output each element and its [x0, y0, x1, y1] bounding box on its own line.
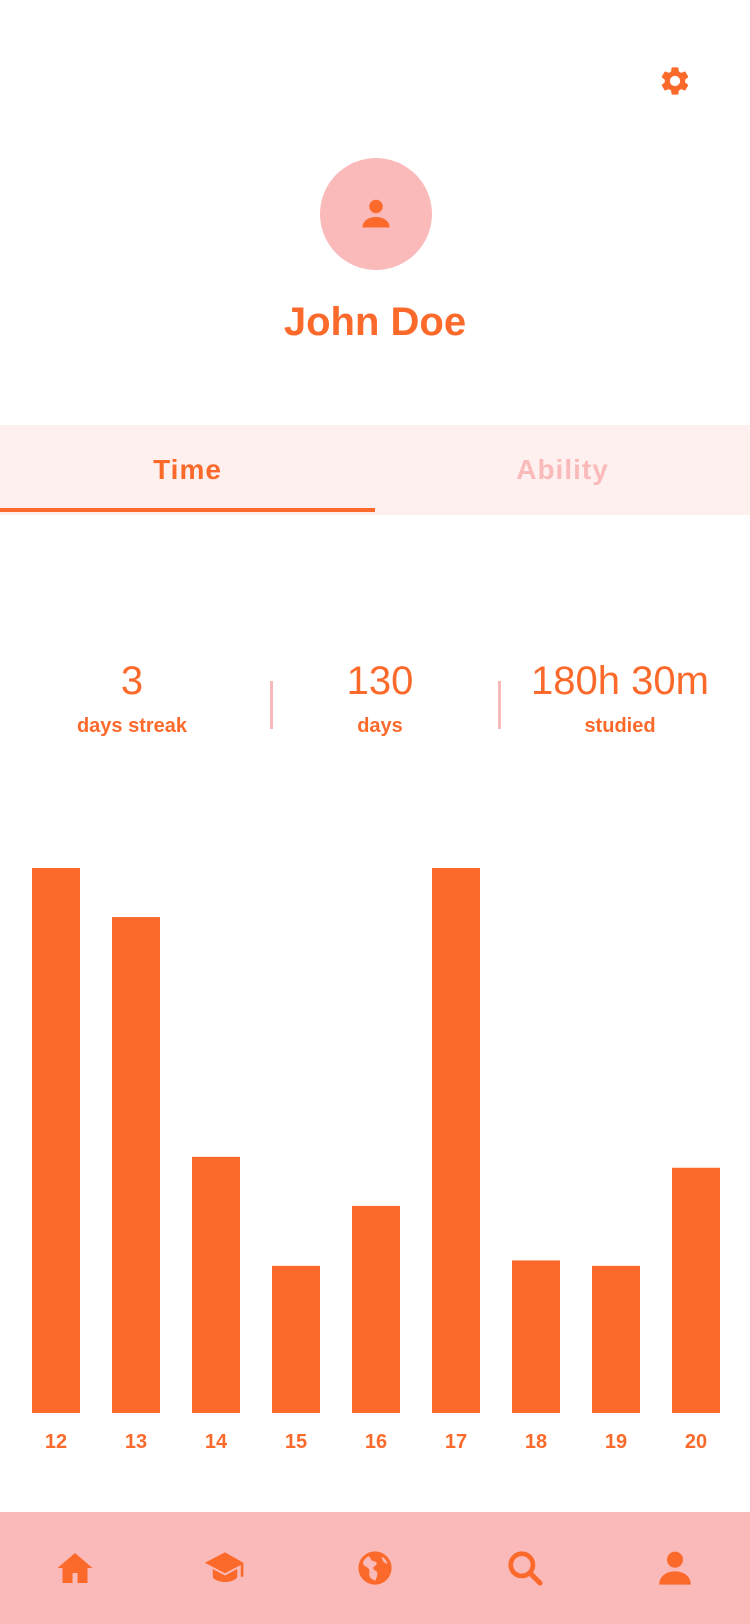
globe-icon [358, 1551, 392, 1585]
tab-time[interactable]: Time [0, 425, 375, 515]
x-tick-label: 15 [285, 1431, 307, 1453]
x-tick-label: 16 [365, 1431, 387, 1453]
x-tick-label: 14 [205, 1431, 228, 1453]
user-name: John Doe [283, 300, 467, 344]
bar-12[interactable] [32, 868, 80, 1413]
bar-18[interactable] [512, 1260, 560, 1413]
nav-explore[interactable] [335, 1528, 415, 1608]
bar-13[interactable] [112, 917, 160, 1413]
stat-divider [498, 681, 501, 729]
bar-15[interactable] [272, 1265, 320, 1413]
stat-studied-label: studied [584, 715, 656, 737]
user-icon [659, 1551, 691, 1585]
stat-streak-value: 3 [120, 659, 144, 703]
x-tick-label: 20 [685, 1431, 707, 1453]
bar-19[interactable] [592, 1265, 640, 1413]
stats-row: 3 days streak 130 days 180h 30m studied [0, 655, 750, 765]
graduation-cap-icon [204, 1552, 244, 1582]
stat-studied: 180h 30m studied [510, 655, 730, 738]
x-tick-label: 18 [525, 1431, 547, 1453]
bottom-nav [0, 1512, 750, 1624]
tab-ability[interactable]: Ability [375, 425, 750, 515]
stat-streak: 3 days streak [32, 655, 232, 738]
x-tick-label: 12 [45, 1431, 67, 1453]
stat-streak-label: days streak [76, 715, 188, 737]
x-tick-label: 13 [125, 1431, 147, 1453]
study-time-chart: 12 13 14 15 16 17 18 19 20 [32, 868, 720, 1453]
nav-home[interactable] [35, 1528, 115, 1608]
gear-icon [661, 67, 689, 95]
bar-14[interactable] [192, 1156, 240, 1413]
avatar[interactable] [320, 158, 432, 270]
home-icon [57, 1553, 93, 1583]
search-icon [508, 1551, 543, 1586]
person-icon [362, 199, 390, 228]
stat-days: 130 days [280, 655, 480, 738]
stat-divider [270, 681, 273, 729]
stat-days-value: 130 [346, 659, 414, 703]
tab-bar: Time Ability [0, 425, 750, 515]
x-tick-label: 19 [605, 1431, 627, 1453]
stat-days-label: days [357, 715, 403, 737]
bar-17[interactable] [432, 868, 480, 1413]
stat-studied-value: 180h 30m [531, 659, 709, 703]
x-tick-label: 17 [445, 1431, 467, 1453]
nav-search[interactable] [485, 1528, 565, 1608]
nav-courses[interactable] [185, 1528, 265, 1608]
settings-button[interactable] [654, 60, 696, 102]
bar-20[interactable] [672, 1167, 720, 1413]
nav-profile[interactable] [635, 1528, 715, 1608]
bar-16[interactable] [352, 1205, 400, 1413]
